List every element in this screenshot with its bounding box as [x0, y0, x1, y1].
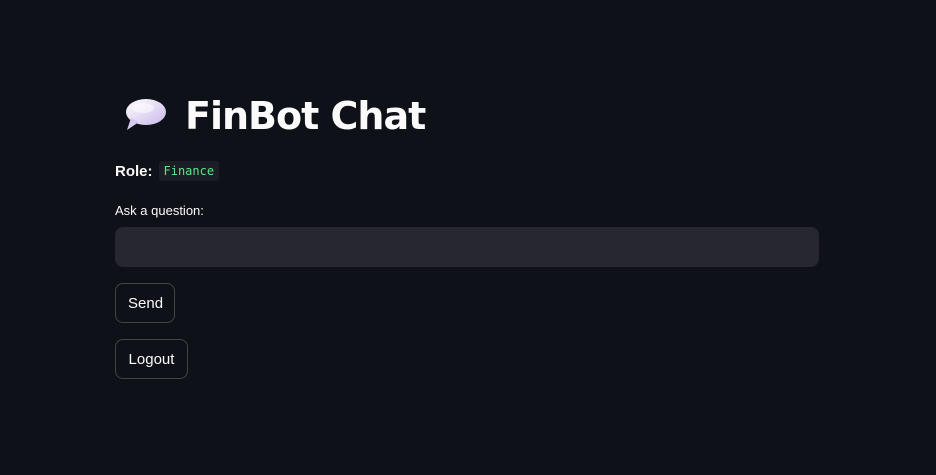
role-label: Role: [115, 162, 153, 180]
speech-bubble-icon [123, 96, 167, 136]
title-row: FinBot Chat [123, 92, 426, 140]
page-title: FinBot Chat [185, 94, 426, 138]
role-row: Role: Finance [115, 160, 220, 182]
role-badge: Finance [158, 161, 220, 181]
logout-button[interactable]: Logout [115, 339, 188, 379]
send-button[interactable]: Send [115, 283, 175, 323]
question-label: Ask a question: [115, 203, 204, 218]
question-input[interactable] [115, 227, 819, 267]
